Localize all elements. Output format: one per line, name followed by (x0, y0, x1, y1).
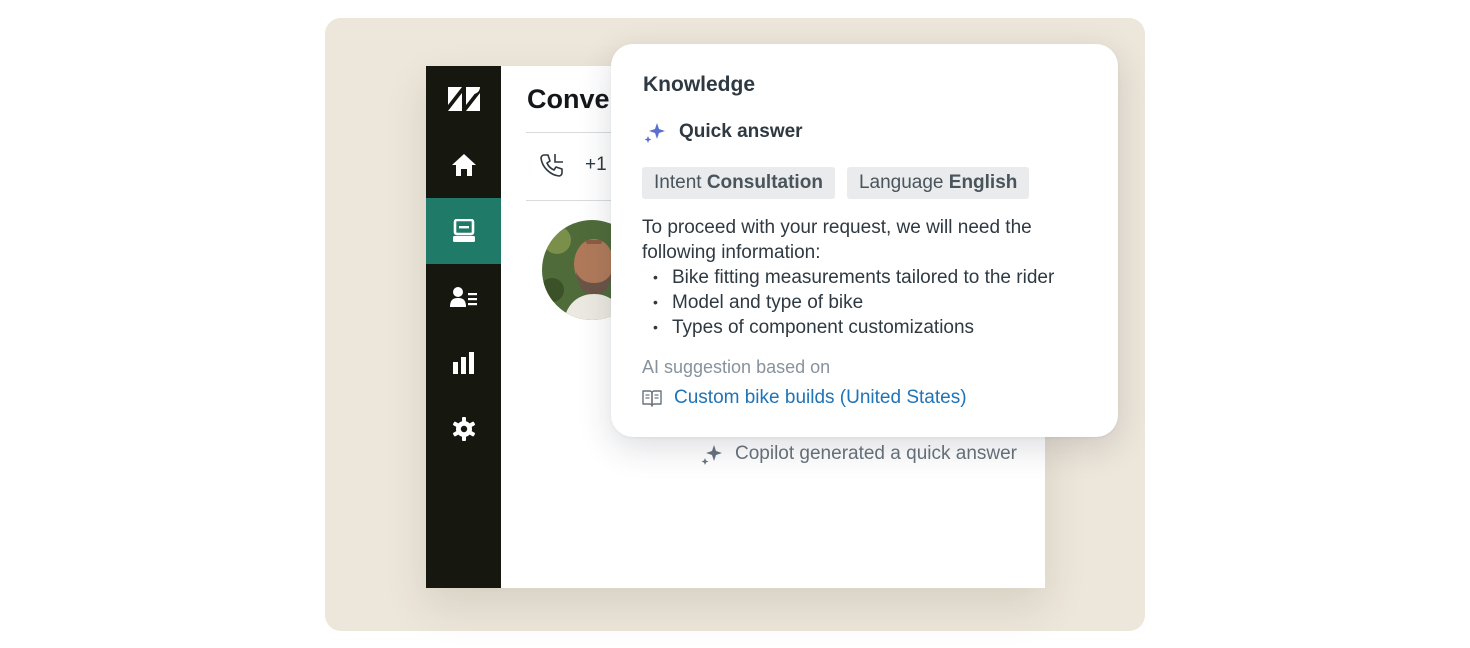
call-info-row: +1 (539, 152, 607, 178)
conversation-title: Conve (527, 84, 610, 114)
language-tag: Language English (846, 167, 1030, 199)
intent-tag: Intent Consultation (642, 167, 835, 199)
quick-answer-header: Quick answer (643, 121, 803, 143)
home-icon (451, 154, 476, 176)
sidebar-item-settings[interactable] (426, 396, 501, 462)
list-item: Types of component customizations (642, 315, 1102, 340)
answer-tags: Intent Consultation Language English (642, 167, 1030, 199)
customers-icon (449, 287, 477, 307)
answer-list: Bike fitting measurements tailored to th… (642, 265, 1102, 340)
copilot-status-line: Copilot generated a quick answer (701, 443, 1017, 465)
list-item: Model and type of bike (642, 290, 1102, 315)
sidebar-item-customers[interactable] (426, 264, 501, 330)
sparkle-icon (701, 445, 722, 465)
sidebar-nav (426, 66, 501, 588)
quick-answer-label: Quick answer (679, 121, 803, 142)
sidebar-item-home[interactable] (426, 132, 501, 198)
knowledge-popover: Knowledge Quick answer Intent Consultati… (611, 44, 1118, 437)
gear-icon (452, 417, 475, 441)
caller-phone-number: +1 (585, 154, 607, 175)
bar-chart-icon (452, 352, 474, 374)
book-icon (642, 390, 662, 407)
copilot-status-text: Copilot generated a quick answer (735, 443, 1018, 464)
list-item: Bike fitting measurements tailored to th… (642, 265, 1102, 290)
zendesk-logo[interactable] (426, 66, 501, 132)
source-article-row: Custom bike builds (United States) (642, 387, 967, 409)
phone-incoming-icon[interactable] (539, 152, 565, 178)
quick-answer-body: To proceed with your request, we will ne… (642, 215, 1102, 340)
language-tag-value: English (948, 172, 1018, 193)
ai-suggestion-label: AI suggestion based on (642, 357, 831, 377)
sidebar-item-inbox[interactable] (426, 198, 501, 264)
zendesk-logo-icon (447, 87, 480, 111)
intent-tag-key: Intent (654, 172, 702, 193)
source-article-link[interactable]: Custom bike builds (United States) (674, 387, 967, 409)
sidebar-item-reporting[interactable] (426, 330, 501, 396)
intent-tag-value: Consultation (706, 172, 823, 193)
answer-intro: To proceed with your request, we will ne… (642, 217, 1032, 263)
language-tag-key: Language (858, 172, 944, 193)
inbox-icon (452, 219, 475, 242)
knowledge-title: Knowledge (643, 73, 756, 96)
sparkle-icon (644, 123, 665, 143)
